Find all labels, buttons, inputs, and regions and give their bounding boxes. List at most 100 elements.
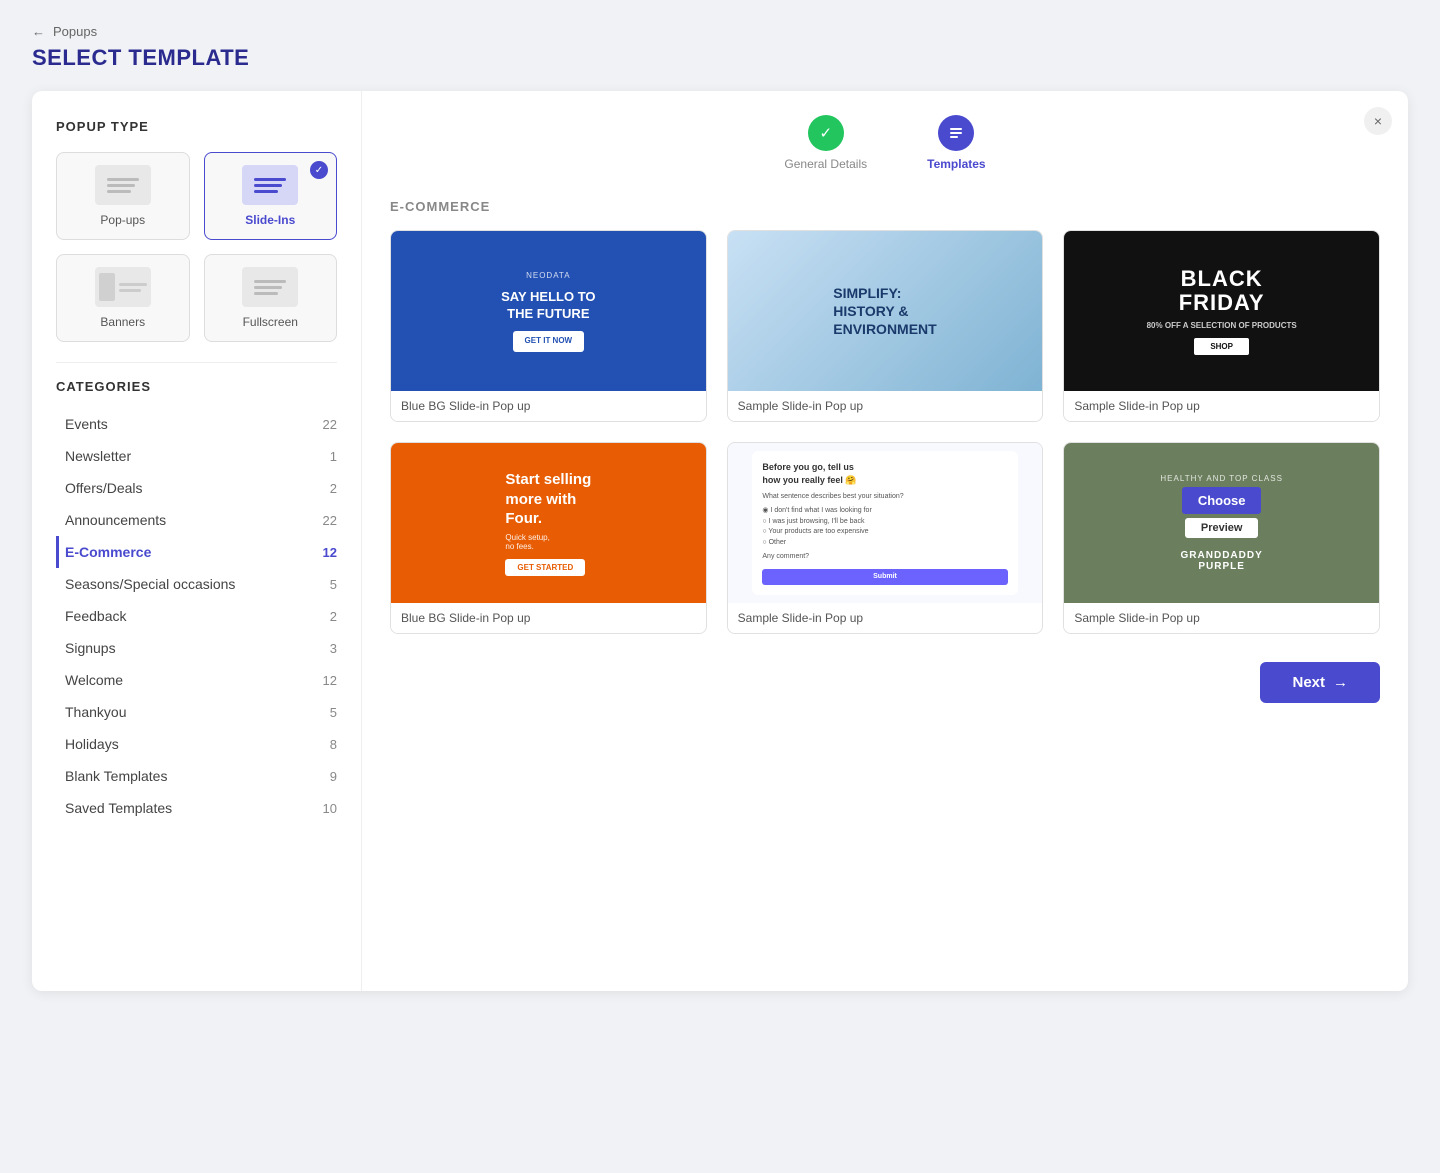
popups-icon <box>95 165 151 205</box>
template-6-preview[interactable]: Preview <box>1225 505 1306 531</box>
footer-row: Next → <box>390 662 1380 703</box>
template-2-preview[interactable]: Preview <box>888 293 969 319</box>
type-popups[interactable]: Pop-ups <box>56 152 190 240</box>
category-signups[interactable]: Signups 3 <box>56 632 337 664</box>
page-title: SELECT TEMPLATE <box>32 45 1408 71</box>
template-6-choose[interactable]: Choose <box>1137 505 1217 531</box>
category-events-label: Events <box>65 416 108 432</box>
category-welcome-label: Welcome <box>65 672 123 688</box>
template-4[interactable]: Start sellingmore withFour. Quick setup,… <box>390 442 707 634</box>
step-general-circle: ✓ <box>808 115 844 151</box>
template-5-name: Sample Slide-in Pop up <box>728 603 1043 633</box>
template-4-name: Blue BG Slide-in Pop up <box>391 603 706 633</box>
category-feedback-count: 2 <box>330 609 337 624</box>
category-newsletter-count: 1 <box>330 449 337 464</box>
banners-label: Banners <box>69 315 177 329</box>
fullscreen-label: Fullscreen <box>217 315 325 329</box>
category-seasons-label: Seasons/Special occasions <box>65 576 235 592</box>
templates-icon <box>948 125 964 141</box>
category-seasons[interactable]: Seasons/Special occasions 5 <box>56 568 337 600</box>
section-title: E-COMMERCE <box>390 199 1380 214</box>
template-6[interactable]: HEALTHY AND TOP CLASS Choose Preview GRA… <box>1063 442 1380 634</box>
category-offers-count: 2 <box>330 481 337 496</box>
template-2-choose[interactable]: Choose <box>800 293 880 319</box>
popup-type-grid: Pop-ups ✓ Slide-Ins <box>56 152 337 342</box>
type-slideins[interactable]: ✓ Slide-Ins <box>204 152 338 240</box>
slideins-icon <box>242 165 298 205</box>
category-holidays-label: Holidays <box>65 736 119 752</box>
category-announcements[interactable]: Announcements 22 <box>56 504 337 536</box>
slideins-label: Slide-Ins <box>217 213 325 227</box>
template-1-choose[interactable]: Choose <box>464 293 544 319</box>
category-seasons-count: 5 <box>330 577 337 592</box>
step-general: ✓ General Details <box>784 115 867 171</box>
template-3[interactable]: BLACKFRIDAY 80% OFF A SELECTION OF PRODU… <box>1063 230 1380 422</box>
category-newsletter-label: Newsletter <box>65 448 131 464</box>
divider <box>56 362 337 363</box>
template-1[interactable]: NEODATA SAY HELLO TOTHE FUTURE GET IT NO… <box>390 230 707 422</box>
category-saved-label: Saved Templates <box>65 800 172 816</box>
category-saved-count: 10 <box>323 801 337 816</box>
category-blank-count: 9 <box>330 769 337 784</box>
category-thankyou-count: 5 <box>330 705 337 720</box>
category-newsletter[interactable]: Newsletter 1 <box>56 440 337 472</box>
category-offers[interactable]: Offers/Deals 2 <box>56 472 337 504</box>
breadcrumb-arrow: ← <box>32 24 45 39</box>
check-badge: ✓ <box>310 161 328 179</box>
template-3-preview[interactable]: Preview <box>1225 293 1306 319</box>
category-holidays[interactable]: Holidays 8 <box>56 728 337 760</box>
category-welcome[interactable]: Welcome 12 <box>56 664 337 696</box>
banners-icon <box>95 267 151 307</box>
category-thankyou-label: Thankyou <box>65 704 126 720</box>
category-feedback-label: Feedback <box>65 608 126 624</box>
category-events[interactable]: Events 22 <box>56 408 337 440</box>
categories-list: Events 22 Newsletter 1 Offers/Deals 2 An… <box>56 408 337 824</box>
category-blank[interactable]: Blank Templates 9 <box>56 760 337 792</box>
step-templates-label: Templates <box>927 157 985 171</box>
category-signups-label: Signups <box>65 640 116 656</box>
sidebar: POPUP TYPE Pop-ups ✓ <box>32 91 362 991</box>
templates-grid: NEODATA SAY HELLO TOTHE FUTURE GET IT NO… <box>390 230 1380 634</box>
close-button[interactable]: × <box>1364 107 1392 135</box>
category-announcements-count: 22 <box>323 513 337 528</box>
template-1-preview[interactable]: Preview <box>552 293 633 319</box>
step-templates-circle <box>938 115 974 151</box>
categories-title: CATEGORIES <box>56 379 337 394</box>
category-signups-count: 3 <box>330 641 337 656</box>
breadcrumb-label[interactable]: Popups <box>53 24 97 39</box>
step-general-label: General Details <box>784 157 867 171</box>
template-6-name: Sample Slide-in Pop up <box>1064 603 1379 633</box>
category-feedback[interactable]: Feedback 2 <box>56 600 337 632</box>
category-thankyou[interactable]: Thankyou 5 <box>56 696 337 728</box>
category-announcements-label: Announcements <box>65 512 166 528</box>
template-2-name: Sample Slide-in Pop up <box>728 391 1043 421</box>
template-5-preview[interactable]: Preview <box>888 505 969 531</box>
next-button[interactable]: Next → <box>1260 662 1380 703</box>
type-banners[interactable]: Banners <box>56 254 190 342</box>
category-ecommerce-label: E-Commerce <box>65 544 151 560</box>
template-5-choose[interactable]: Choose <box>800 505 880 531</box>
category-offers-label: Offers/Deals <box>65 480 143 496</box>
main-content: × ✓ General Details Templates <box>362 91 1408 991</box>
category-events-count: 22 <box>323 417 337 432</box>
category-ecommerce[interactable]: E-Commerce 12 <box>56 536 337 568</box>
template-5[interactable]: Before you go, tell ushow you really fee… <box>727 442 1044 634</box>
template-2[interactable]: SIMPLIFY:HISTORY &ENVIRONMENT Choose Pre… <box>727 230 1044 422</box>
next-arrow-icon: → <box>1333 674 1348 691</box>
template-3-name: Sample Slide-in Pop up <box>1064 391 1379 421</box>
category-holidays-count: 8 <box>330 737 337 752</box>
template-4-preview[interactable]: Preview <box>552 505 633 531</box>
popups-label: Pop-ups <box>69 213 177 227</box>
category-ecommerce-count: 12 <box>323 545 337 560</box>
fullscreen-icon <box>242 267 298 307</box>
type-fullscreen[interactable]: Fullscreen <box>204 254 338 342</box>
category-blank-label: Blank Templates <box>65 768 167 784</box>
template-3-choose[interactable]: Choose <box>1137 293 1217 319</box>
template-4-choose[interactable]: Choose <box>464 505 544 531</box>
template-1-name: Blue BG Slide-in Pop up <box>391 391 706 421</box>
next-label: Next <box>1292 674 1325 691</box>
category-welcome-count: 12 <box>323 673 337 688</box>
step-templates: Templates <box>927 115 985 171</box>
category-saved[interactable]: Saved Templates 10 <box>56 792 337 824</box>
popup-type-title: POPUP TYPE <box>56 119 337 134</box>
